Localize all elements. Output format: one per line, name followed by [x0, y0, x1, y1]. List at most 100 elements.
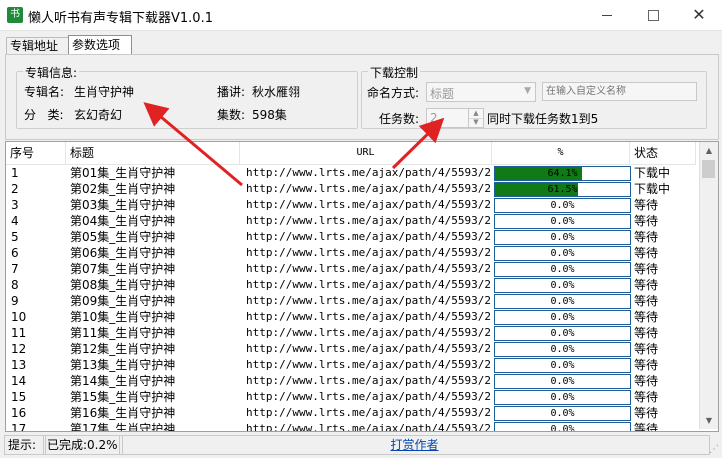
- table-row[interactable]: 1 第01集_生肖守护神 http://www.lrts.me/ajax/path/…: [6, 165, 696, 181]
- progress-text: 0.0%: [550, 408, 575, 419]
- row-status: 等待: [634, 406, 659, 420]
- progress-bar: 61.5%: [494, 182, 631, 197]
- progress-bar: 0.0%: [494, 262, 631, 277]
- row-status: 下载中: [634, 166, 671, 180]
- table-row[interactable]: 16 第16集_生肖守护神 http://www.lrts.me/ajax/path…: [6, 405, 696, 421]
- minimize-button[interactable]: [584, 0, 630, 30]
- table-row[interactable]: 10 第10集_生肖守护神 http://www.lrts.me/ajax/path…: [6, 309, 696, 325]
- progress-text: 0.0%: [550, 216, 575, 227]
- custom-name-input[interactable]: [543, 83, 695, 100]
- table-row[interactable]: 11 第11集_生肖守护神 http://www.lrts.me/ajax/path…: [6, 325, 696, 341]
- row-title: 第01集_生肖守护神: [70, 166, 176, 180]
- row-index: 12: [11, 342, 27, 356]
- progress-bar: 0.0%: [494, 278, 631, 293]
- progress-bar: 0.0%: [494, 406, 631, 421]
- row-title: 第07集_生肖守护神: [70, 262, 176, 276]
- row-url: http://www.lrts.me/ajax/path/4/5593/2...: [246, 246, 492, 259]
- download-list[interactable]: 序号 标题 URL % 状态 1 第01集_生肖守护神 http://www.lrt…: [5, 141, 719, 432]
- tab-options[interactable]: 参数选项: [68, 35, 132, 54]
- stepper-down-icon[interactable]: ▼: [468, 118, 483, 127]
- row-url: http://www.lrts.me/ajax/path/4/5593/2...: [246, 406, 492, 419]
- row-title: 第11集_生肖守护神: [70, 326, 176, 340]
- status-hint: 提示:: [4, 435, 46, 455]
- row-url: http://www.lrts.me/ajax/path/4/5593/2...: [246, 390, 492, 403]
- row-title: 第08集_生肖守护神: [70, 278, 176, 292]
- row-status: 等待: [634, 422, 659, 432]
- row-url: http://www.lrts.me/ajax/path/4/5593/2...: [246, 278, 492, 291]
- progress-text: 61.5%: [547, 184, 578, 195]
- close-icon: ✕: [692, 5, 706, 24]
- table-row[interactable]: 13 第13集_生肖守护神 http://www.lrts.me/ajax/path…: [6, 357, 696, 373]
- row-index: 4: [11, 214, 19, 228]
- row-url: http://www.lrts.me/ajax/path/4/5593/2...: [246, 342, 492, 355]
- row-url: http://www.lrts.me/ajax/path/4/5593/2...: [246, 198, 492, 211]
- row-index: 1: [11, 166, 19, 180]
- category-value: 玄幻奇幻: [74, 108, 123, 122]
- row-url: http://www.lrts.me/ajax/path/4/5593/2...: [246, 166, 492, 179]
- close-button[interactable]: ✕: [676, 0, 722, 30]
- row-status: 等待: [634, 374, 659, 388]
- table-row[interactable]: 2 第02集_生肖守护神 http://www.lrts.me/ajax/path/…: [6, 181, 696, 197]
- row-title: 第04集_生肖守护神: [70, 214, 176, 228]
- row-url: http://www.lrts.me/ajax/path/4/5593/2...: [246, 310, 492, 323]
- progress-text: 0.0%: [550, 376, 575, 387]
- progress-bar: 0.0%: [494, 390, 631, 405]
- table-row[interactable]: 5 第05集_生肖守护神 http://www.lrts.me/ajax/path/…: [6, 229, 696, 245]
- row-status: 等待: [634, 278, 659, 292]
- progress-bar: 0.0%: [494, 310, 631, 325]
- table-row[interactable]: 7 第07集_生肖守护神 http://www.lrts.me/ajax/path/…: [6, 261, 696, 277]
- table-row[interactable]: 9 第09集_生肖守护神 http://www.lrts.me/ajax/path/…: [6, 293, 696, 309]
- download-control-group: 下载控制 命名方式: 标题 ▼ 任务数: 2 ▲ ▼ 同时下载任务数1到5: [361, 64, 707, 129]
- row-title: 第14集_生肖守护神: [70, 374, 176, 388]
- custom-name-field[interactable]: [542, 82, 697, 101]
- progress-text: 0.0%: [550, 424, 575, 432]
- column-header-url[interactable]: URL: [240, 142, 492, 164]
- table-row[interactable]: 6 第06集_生肖守护神 http://www.lrts.me/ajax/path/…: [6, 245, 696, 261]
- row-status: 等待: [634, 230, 659, 244]
- vertical-scrollbar[interactable]: ▲ ▼: [699, 142, 718, 429]
- row-title: 第06集_生肖守护神: [70, 246, 176, 260]
- row-status: 等待: [634, 214, 659, 228]
- row-url: http://www.lrts.me/ajax/path/4/5593/2...: [246, 294, 492, 307]
- progress-text: 0.0%: [550, 360, 575, 371]
- category-label: 分 类:: [24, 108, 64, 122]
- row-title: 第15集_生肖守护神: [70, 390, 176, 404]
- status-bar: 提示: 已完成:0.2% 打赏作者 ⋰: [0, 433, 722, 458]
- tasks-stepper[interactable]: 2 ▲ ▼: [426, 108, 484, 128]
- maximize-button[interactable]: [630, 0, 676, 30]
- table-row[interactable]: 3 第03集_生肖守护神 http://www.lrts.me/ajax/path/…: [6, 197, 696, 213]
- scroll-down-icon[interactable]: ▼: [700, 412, 718, 429]
- column-header-index[interactable]: 序号: [6, 142, 66, 164]
- tab-album-url[interactable]: 专辑地址: [6, 37, 70, 54]
- status-completed: 已完成:0.2%: [43, 435, 123, 455]
- row-title: 第02集_生肖守护神: [70, 182, 176, 196]
- row-index: 7: [11, 262, 19, 276]
- donate-author-link[interactable]: 打赏作者: [119, 435, 710, 455]
- column-header-status[interactable]: 状态: [630, 142, 696, 164]
- table-row[interactable]: 15 第15集_生肖守护神 http://www.lrts.me/ajax/path…: [6, 389, 696, 405]
- column-header-title[interactable]: 标题: [66, 142, 240, 164]
- scroll-up-icon[interactable]: ▲: [700, 142, 718, 159]
- row-index: 5: [11, 230, 19, 244]
- table-row[interactable]: 14 第14集_生肖守护神 http://www.lrts.me/ajax/path…: [6, 373, 696, 389]
- progress-bar: 0.0%: [494, 374, 631, 389]
- scroll-thumb[interactable]: [702, 160, 715, 178]
- tasks-hint: 同时下载任务数1到5: [487, 112, 599, 126]
- column-header-percent[interactable]: %: [492, 142, 630, 164]
- table-row[interactable]: 12 第12集_生肖守护神 http://www.lrts.me/ajax/path…: [6, 341, 696, 357]
- narrator-label: 播讲:: [217, 85, 246, 99]
- naming-select[interactable]: 标题 ▼: [426, 82, 536, 102]
- tasks-label: 任务数:: [379, 112, 420, 126]
- table-row[interactable]: 8 第08集_生肖守护神 http://www.lrts.me/ajax/path/…: [6, 277, 696, 293]
- progress-text: 0.0%: [550, 232, 575, 243]
- window-title: 懒人听书有声专辑下载器V1.0.1: [28, 11, 213, 26]
- resize-grip-icon[interactable]: ⋰: [709, 444, 719, 455]
- title-bar: 书 懒人听书有声专辑下载器V1.0.1 ✕: [0, 0, 722, 31]
- row-title: 第16集_生肖守护神: [70, 406, 176, 420]
- naming-select-value: 标题: [430, 87, 455, 101]
- table-row[interactable]: 4 第04集_生肖守护神 http://www.lrts.me/ajax/path/…: [6, 213, 696, 229]
- row-title: 第03集_生肖守护神: [70, 198, 176, 212]
- row-status: 等待: [634, 246, 659, 260]
- download-control-group-title: 下载控制: [368, 64, 421, 81]
- table-row[interactable]: 17 第17集_生肖守护神 http://www.lrts.me/ajax/path…: [6, 421, 696, 432]
